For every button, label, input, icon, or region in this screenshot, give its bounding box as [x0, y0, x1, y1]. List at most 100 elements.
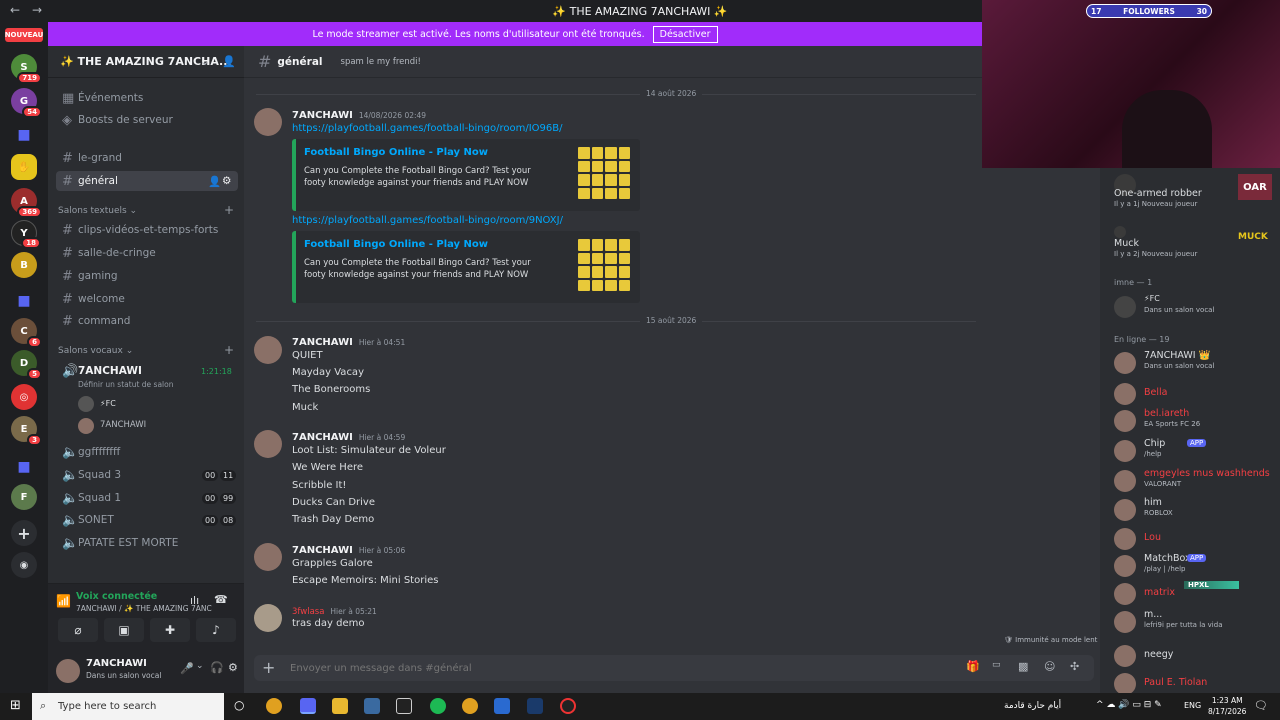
message-author[interactable]: 3fwlasa: [292, 607, 324, 617]
avatar[interactable]: [254, 430, 282, 458]
voice-channel[interactable]: 🔈 ggffffffff: [56, 442, 238, 462]
invite-icon[interactable]: 👤: [222, 55, 236, 68]
tray-icons[interactable]: ^ ☁ 🔊 ▭ ⊟ ✎: [1096, 700, 1162, 710]
folder-icon[interactable]: ■: [11, 288, 37, 314]
file-explorer-icon[interactable]: [332, 698, 348, 714]
share-screen-button[interactable]: ▣: [104, 618, 144, 642]
clock[interactable]: 1:23 AM 8/17/2026: [1208, 695, 1246, 717]
channel-item[interactable]: # command: [56, 311, 238, 331]
channel-item[interactable]: # welcome: [56, 289, 238, 309]
avatar[interactable]: [254, 336, 282, 364]
disconnect-icon[interactable]: ☎: [214, 593, 228, 606]
message-link[interactable]: https://playfootball.games/football-bing…: [292, 215, 563, 226]
member-item[interactable]: bel.iareth EA Sports FC 26: [1114, 408, 1280, 434]
sticker-icon[interactable]: ▩: [1018, 660, 1028, 673]
member-item[interactable]: ⚡FC Dans un salon vocal: [1114, 294, 1280, 320]
discover-icon[interactable]: ◉: [11, 552, 37, 578]
voice-user[interactable]: ⚡FC: [100, 399, 116, 408]
gear-icon[interactable]: ⚙: [222, 175, 231, 187]
category-text[interactable]: Salons textuels ⌄: [58, 206, 137, 216]
back-arrow-icon[interactable]: ←: [10, 3, 20, 17]
member-item[interactable]: emgeyles mus washhends VALORANT: [1114, 468, 1280, 494]
voice-channel[interactable]: 🔈 PATATE EST MORTE: [56, 533, 238, 553]
message-author[interactable]: 7ANCHAWI: [292, 110, 353, 121]
store-icon[interactable]: [494, 698, 510, 714]
category-voice[interactable]: Salons vocaux ⌄: [58, 346, 133, 356]
avatar[interactable]: [254, 604, 282, 632]
server-icon[interactable]: ◎: [11, 384, 37, 410]
embed-title[interactable]: Football Bingo Online - Play Now: [304, 147, 488, 158]
obs-icon[interactable]: [560, 698, 576, 714]
add-channel-icon[interactable]: +: [224, 203, 234, 217]
channel-item[interactable]: # gaming: [56, 266, 238, 286]
voice-channel[interactable]: 🔈 SONET 00 08: [56, 510, 238, 530]
member-item[interactable]: MatchBox APP/play | /help: [1114, 553, 1280, 579]
chevron-down-icon[interactable]: ⌄: [200, 55, 209, 68]
server-icon[interactable]: S 719: [11, 54, 42, 84]
headphones-icon[interactable]: 🎧: [210, 661, 224, 674]
notifications-icon[interactable]: 🗨: [1254, 699, 1268, 712]
guild-header[interactable]: ✨ THE AMAZING 7ANCHA... ⌄ 👤: [48, 46, 244, 78]
disable-streamer-mode-button[interactable]: Désactiver: [652, 25, 718, 43]
gift-icon[interactable]: 🎁: [966, 660, 980, 673]
member-item[interactable]: Chip APP/help: [1114, 438, 1280, 464]
folder-icon[interactable]: ■: [11, 454, 37, 480]
channel-le-grand[interactable]: # le-grand: [56, 148, 238, 168]
member-item[interactable]: 7ANCHAWI 👑 Dans un salon vocal: [1114, 350, 1280, 376]
add-server-icon[interactable]: +: [11, 520, 37, 546]
taskbar-search[interactable]: ⌕ Type here to search: [32, 693, 224, 720]
server-icon[interactable]: C6: [11, 318, 42, 348]
avatar[interactable]: [56, 659, 80, 683]
embed-title[interactable]: Football Bingo Online - Play Now: [304, 239, 488, 250]
server-icon[interactable]: Y 18: [11, 220, 41, 249]
member-item[interactable]: neegy: [1114, 643, 1280, 669]
member-item[interactable]: him ROBLOX: [1114, 497, 1280, 523]
avatar[interactable]: [78, 418, 94, 434]
add-member-icon[interactable]: 👤: [208, 175, 221, 188]
server-icon[interactable]: A 369: [11, 188, 42, 218]
embed-thumbnail[interactable]: [578, 239, 630, 291]
server-icon[interactable]: B: [11, 252, 37, 278]
avatar[interactable]: [254, 543, 282, 571]
app-icon[interactable]: [396, 698, 412, 714]
gear-icon[interactable]: ⚙: [228, 661, 238, 674]
add-channel-icon[interactable]: +: [224, 343, 234, 357]
avatar[interactable]: [254, 108, 282, 136]
forward-arrow-icon[interactable]: →: [32, 3, 42, 17]
channel-item[interactable]: # salle-de-cringe: [56, 243, 238, 263]
folder-icon[interactable]: ■: [11, 122, 37, 148]
gif-icon[interactable]: ▭: [992, 660, 1001, 670]
server-icon[interactable]: E3: [11, 416, 42, 446]
message-author[interactable]: 7ANCHAWI: [292, 545, 353, 556]
member-item[interactable]: matrix HPXL: [1114, 581, 1280, 607]
chevron-down-icon[interactable]: ⌄: [196, 661, 204, 671]
activities-button[interactable]: ✚: [150, 618, 190, 642]
soundboard-button[interactable]: ♪: [196, 618, 236, 642]
channel-item[interactable]: # clips-vidéos-et-temps-forts: [56, 220, 238, 240]
member-item[interactable]: Bella: [1114, 381, 1280, 407]
server-icon[interactable]: D5: [11, 350, 42, 380]
member-item[interactable]: Lou: [1114, 526, 1280, 552]
spotify-icon[interactable]: [430, 698, 446, 714]
language-indicator[interactable]: ENG: [1184, 701, 1201, 710]
voice-channel[interactable]: 🔈 Squad 1 00 99: [56, 488, 238, 508]
message-author[interactable]: 7ANCHAWI: [292, 432, 353, 443]
message-author[interactable]: 7ANCHAWI: [292, 337, 353, 348]
boosts-item[interactable]: ◈ Boosts de serveur: [56, 110, 238, 130]
message-link[interactable]: https://playfootball.games/football-bing…: [292, 123, 562, 134]
channel-general[interactable]: # général 👤 ⚙: [56, 171, 238, 191]
noise-suppression-icon[interactable]: ılı: [190, 594, 199, 607]
member-item[interactable]: One-armed robber Il y a 1j Nouveau joueur…: [1114, 172, 1280, 208]
server-icon[interactable]: ✋: [11, 154, 37, 180]
chrome-icon[interactable]: [266, 698, 282, 714]
apps-icon[interactable]: ✣: [1070, 660, 1079, 673]
avatar[interactable]: [78, 396, 94, 412]
microphone-icon[interactable]: 🎤: [180, 662, 194, 675]
chrome-icon[interactable]: [462, 698, 478, 714]
upload-plus-icon[interactable]: +: [262, 658, 275, 677]
message-input[interactable]: [290, 659, 930, 677]
windows-start-icon[interactable]: ⊞: [10, 698, 21, 713]
member-item[interactable]: m... lefri9i per tutta la vida: [1114, 609, 1280, 635]
steam-icon[interactable]: [527, 698, 543, 714]
emoji-icon[interactable]: ☺: [1044, 660, 1055, 673]
